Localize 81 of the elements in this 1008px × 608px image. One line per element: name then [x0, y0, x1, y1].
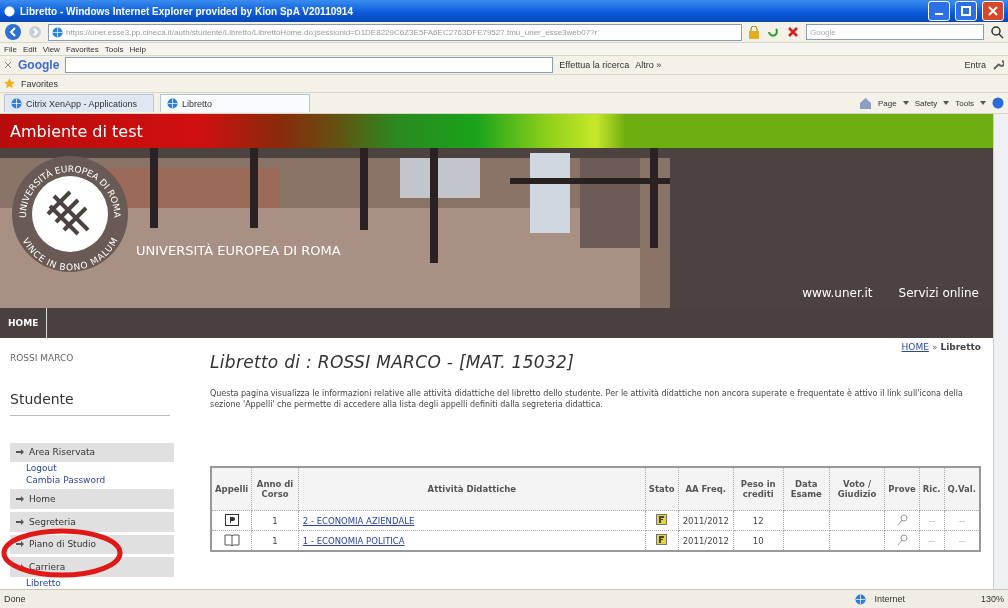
sidebar-title: Studente: [10, 391, 170, 416]
sidebar-link[interactable]: Libretto: [10, 576, 184, 589]
sidebar-section[interactable]: Home: [10, 489, 174, 509]
back-button[interactable]: [4, 23, 22, 41]
table-cell: --: [928, 515, 935, 526]
home-icon[interactable]: [858, 97, 872, 109]
column-header: Q.Val.: [944, 467, 980, 511]
caret-icon[interactable]: [943, 101, 950, 105]
intro-text: Questa pagina visualizza le informazioni relative alle attività didattiche del libretto dello studente. Per le attività didattiche non ancora superate e frequentate è attivo il link sull'icona della sezione 'Appelli' che permette di accedere alla lista degli appelli definiti dalla segreteria didattica.: [210, 388, 964, 410]
arrow-icon: [16, 518, 24, 525]
p-icon[interactable]: [224, 513, 239, 526]
star-icon: [4, 78, 15, 89]
column-header: Prove: [884, 467, 920, 511]
flag-icon: [656, 534, 668, 545]
breadcrumb-separator: »: [931, 342, 938, 352]
command-button[interactable]: Tools: [955, 98, 974, 108]
menu-item[interactable]: Tools: [104, 44, 124, 54]
arrow-icon: [16, 541, 24, 548]
column-header: Voto / Giudizio: [829, 467, 885, 511]
window-title: Libretto - Windows Internet Explorer provided by Kion SpA V20110914: [20, 5, 354, 17]
column-header: Attività Didattiche: [298, 467, 646, 511]
column-header: Appelli: [211, 467, 252, 511]
google-logo: Google: [18, 58, 60, 72]
browser-tab[interactable]: Citrix XenApp - Applications: [4, 94, 154, 112]
caret-icon[interactable]: [902, 101, 909, 105]
activity-link[interactable]: 1 - ECONOMIA POLITICA: [302, 535, 405, 546]
menu-item[interactable]: Edit: [22, 44, 37, 54]
activity-link[interactable]: 2 - ECONOMIA AZIENDALE: [302, 515, 415, 526]
table-cell: --: [928, 535, 935, 546]
command-button[interactable]: Page: [877, 98, 897, 108]
breadcrumb-link[interactable]: HOME: [901, 342, 929, 352]
sidebar-link[interactable]: Logout: [10, 462, 184, 475]
close-button[interactable]: [982, 1, 1004, 21]
sidebar-link[interactable]: Cambia Password: [10, 474, 184, 487]
arrow-icon: [16, 449, 24, 456]
scrollbar[interactable]: [993, 114, 1008, 589]
menu-item[interactable]: Help: [129, 44, 146, 54]
sign-in-button[interactable]: Entra: [964, 60, 986, 70]
menu-item[interactable]: View: [42, 44, 60, 54]
zone-label: Internet: [874, 594, 905, 604]
command-button[interactable]: Safety: [914, 98, 938, 108]
search-button[interactable]: Effettua la ricerca: [559, 60, 630, 70]
more-button[interactable]: Altro »: [635, 60, 662, 70]
column-header: Anno di Corso: [251, 467, 299, 511]
zoom-level[interactable]: 130%: [980, 594, 1004, 604]
caret-icon[interactable]: [980, 101, 986, 105]
table-cell: --: [958, 515, 965, 526]
maximize-button[interactable]: [955, 1, 977, 21]
breadcrumb-current: Libretto: [940, 342, 981, 352]
table-cell: 1: [251, 510, 299, 531]
flag-icon: [656, 514, 668, 525]
close-icon: [988, 6, 998, 16]
sidebar-section[interactable]: Area Riservata: [10, 442, 174, 463]
table-cell: 2011/2012: [678, 510, 734, 531]
close-icon[interactable]: [4, 61, 12, 69]
menu-item[interactable]: File: [4, 44, 17, 54]
page-heading: Libretto di : ROSSI MARCO - [MAT. 15032]: [210, 352, 576, 372]
stop-icon[interactable]: [786, 25, 800, 39]
column-header: Stato: [645, 467, 679, 511]
header-link[interactable]: Servizi online: [898, 286, 979, 300]
table-cell: 12: [733, 510, 784, 531]
sidebar-section[interactable]: Segreteria: [10, 511, 174, 532]
column-header: Ric.: [919, 467, 945, 511]
environment-label: Ambiente di test: [10, 121, 143, 141]
column-header: Data Esame: [783, 467, 830, 511]
status-text: Done: [4, 594, 26, 604]
column-header: Peso in crediti: [733, 467, 784, 511]
university-name: UNIVERSITÀ EUROPEA DI ROMA: [136, 243, 341, 258]
favorites-button[interactable]: Favorites: [21, 78, 58, 89]
arrow-icon: [16, 496, 24, 503]
user-name: ROSSI MARCO: [10, 353, 75, 363]
table-cell: --: [958, 535, 965, 546]
column-header: AA Freq.: [678, 467, 734, 511]
header-link[interactable]: www.uner.it: [802, 286, 873, 300]
minimize-button[interactable]: [928, 1, 950, 21]
google-search-field[interactable]: [65, 57, 554, 73]
menu-item[interactable]: Favorites: [65, 44, 99, 54]
maximize-icon: [961, 6, 971, 16]
search-icon[interactable]: [990, 25, 1004, 39]
browser-tab[interactable]: Libretto: [160, 94, 310, 112]
lock-icon: [748, 25, 760, 39]
